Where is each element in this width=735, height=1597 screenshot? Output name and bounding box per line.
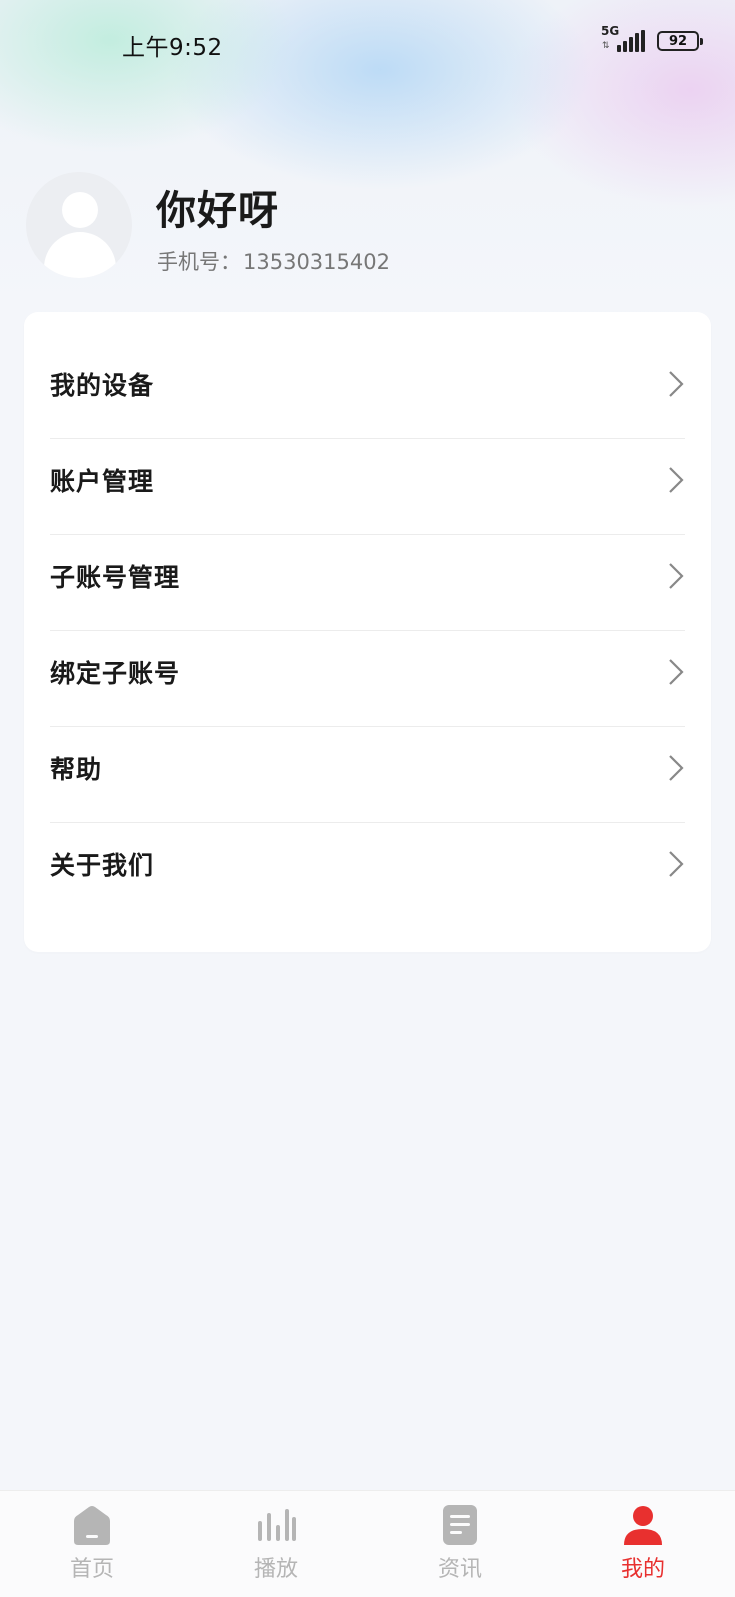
signal-bars-icon xyxy=(615,30,647,52)
tab-label: 我的 xyxy=(620,1557,665,1582)
chevron-right-icon xyxy=(669,563,684,589)
user-icon xyxy=(624,1506,662,1545)
chevron-right-icon xyxy=(669,659,684,685)
tab-home[interactable]: 首页 xyxy=(0,1491,184,1597)
menu-item-label: 子账号管理 xyxy=(50,563,181,592)
chevron-right-icon xyxy=(669,755,684,781)
chevron-right-icon xyxy=(669,467,684,493)
bottom-tab-bar: 首页 播放 资讯 我的 xyxy=(0,1490,735,1597)
battery-icon: 92 xyxy=(657,31,703,51)
menu-item-label: 绑定子账号 xyxy=(50,659,181,688)
home-icon xyxy=(74,1506,110,1545)
tab-label: 播放 xyxy=(253,1557,298,1582)
data-arrows-icon: ⇅ xyxy=(602,41,610,51)
tab-play[interactable]: 播放 xyxy=(184,1491,368,1597)
avatar-head-icon xyxy=(62,192,98,228)
tab-label: 资讯 xyxy=(437,1557,482,1582)
menu-item-label: 关于我们 xyxy=(50,851,155,880)
menu-item-label: 账户管理 xyxy=(50,467,155,496)
status-time: 上午9:52 xyxy=(122,35,223,61)
tab-label: 首页 xyxy=(69,1557,114,1582)
phone-number: 13530315402 xyxy=(243,250,390,274)
phone-label: 手机号： xyxy=(157,250,241,274)
signal-icon: 5G ⇅ xyxy=(601,24,647,56)
avatar[interactable] xyxy=(26,172,132,278)
chevron-right-icon xyxy=(669,851,684,877)
tab-mine[interactable]: 我的 xyxy=(551,1491,735,1597)
menu-item-sub-account-management[interactable]: 子账号管理 xyxy=(50,528,685,624)
menu-item-help[interactable]: 帮助 xyxy=(50,720,685,816)
equalizer-icon xyxy=(258,1509,296,1541)
tab-news[interactable]: 资讯 xyxy=(368,1491,552,1597)
avatar-body-icon xyxy=(44,232,116,278)
menu-item-label: 帮助 xyxy=(50,755,103,784)
menu-item-account-management[interactable]: 账户管理 xyxy=(50,432,685,528)
menu-item-my-devices[interactable]: 我的设备 xyxy=(50,336,685,432)
menu-item-bind-sub-account[interactable]: 绑定子账号 xyxy=(50,624,685,720)
status-bar: 上午9:52 5G ⇅ 92 xyxy=(0,0,735,80)
menu-item-about-us[interactable]: 关于我们 xyxy=(50,816,685,912)
battery-level: 92 xyxy=(668,33,688,49)
chevron-right-icon xyxy=(669,371,684,397)
menu-item-label: 我的设备 xyxy=(50,371,155,400)
status-indicators: 5G ⇅ 92 xyxy=(601,24,703,56)
document-icon xyxy=(443,1505,477,1545)
phone-info: 手机号：13530315402 xyxy=(157,246,390,276)
greeting-title: 你好呀 xyxy=(156,188,279,234)
menu-card: 我的设备 账户管理 子账号管理 绑定子账号 帮助 关于我们 xyxy=(24,312,711,952)
